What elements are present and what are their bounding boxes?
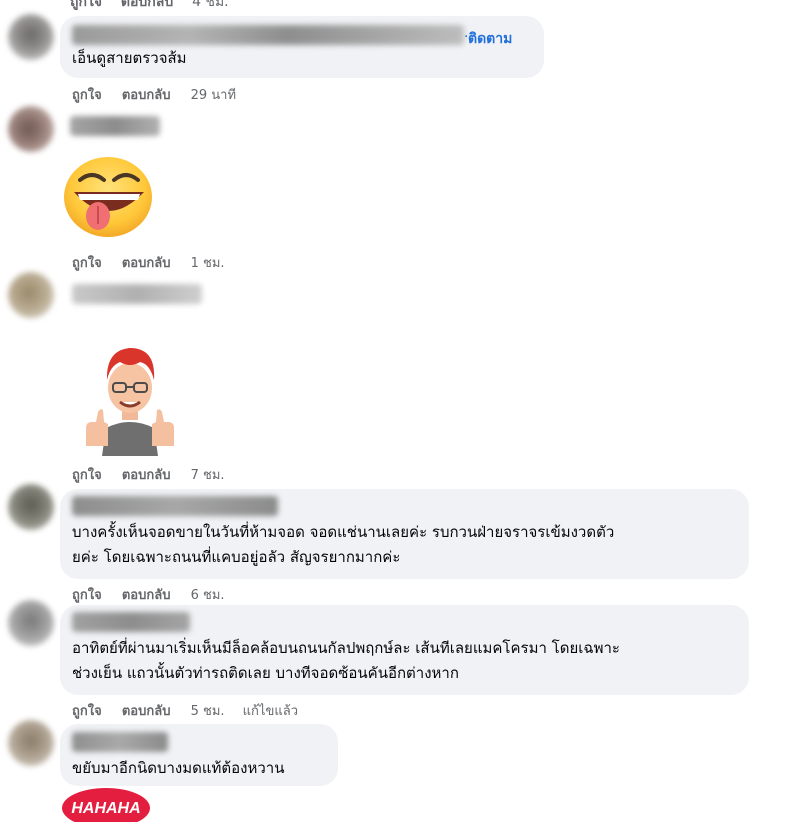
- reply-link[interactable]: ตอบกลับ: [122, 588, 171, 603]
- previous-comment-actions: ถูกใจ ตอบกลับ 4 ชม.: [70, 0, 243, 13]
- haha-text: HAHAHA: [71, 800, 140, 817]
- like-link[interactable]: ถูกใจ: [72, 704, 102, 719]
- avatar[interactable]: [8, 272, 54, 318]
- like-link[interactable]: ถูกใจ: [72, 588, 102, 603]
- timestamp[interactable]: 7 ชม.: [191, 468, 225, 483]
- like-link[interactable]: ถูกใจ: [70, 0, 102, 10]
- reply-link[interactable]: ตอบกลับ: [122, 88, 171, 103]
- comment-actions: ถูกใจ ตอบกลับ 6 ชม.: [72, 584, 239, 605]
- commenter-name[interactable]: [72, 612, 190, 632]
- follow-button[interactable]: ติดตาม: [468, 28, 512, 50]
- comment-actions: ถูกใจ ตอบกลับ 1 ชม.: [72, 252, 239, 273]
- like-link[interactable]: ถูกใจ: [72, 256, 102, 271]
- comment-text: อาทิตย์ที่ผ่านมาเริ่มเห็นมีล็อคล้อบนถนนก…: [72, 639, 620, 682]
- timestamp[interactable]: 6 ชม.: [191, 588, 225, 603]
- haha-sticker: HAHAHA: [62, 788, 150, 822]
- commenter-name[interactable]: [72, 496, 278, 516]
- avatar[interactable]: [8, 720, 54, 766]
- reply-link[interactable]: ตอบกลับ: [121, 0, 173, 10]
- avatar[interactable]: [8, 14, 54, 60]
- commenter-name[interactable]: [72, 732, 168, 752]
- timestamp[interactable]: 1 ชม.: [191, 256, 225, 271]
- comment-feed: ถูกใจ ตอบกลับ 4 ชม. · ติดตาม เอ็นดูสายตร…: [0, 0, 800, 822]
- timestamp[interactable]: 5 ชม.: [191, 704, 225, 719]
- like-link[interactable]: ถูกใจ: [72, 88, 102, 103]
- avatar[interactable]: [8, 106, 54, 152]
- reply-link[interactable]: ตอบกลับ: [122, 256, 171, 271]
- timestamp: 4 ชม.: [192, 0, 229, 10]
- comment-actions: ถูกใจ ตอบกลับ 29 นาที: [72, 84, 250, 105]
- reply-link[interactable]: ตอบกลับ: [122, 468, 171, 483]
- commenter-name[interactable]: [72, 25, 464, 45]
- thumbs-up-avatar-sticker: [86, 348, 174, 456]
- reply-link[interactable]: ตอบกลับ: [122, 704, 171, 719]
- laughing-emoji-sticker: [64, 157, 152, 237]
- like-link[interactable]: ถูกใจ: [72, 468, 102, 483]
- comment-text: ขยับมาอีกนิดบางมดแท้ต้องหวาน: [72, 759, 285, 777]
- commenter-name[interactable]: [72, 284, 202, 304]
- comment-text: บางครั้งเห็นจอดขายในวันที่ห้ามจอด จอดแช่…: [72, 523, 615, 566]
- comment-actions: ถูกใจ ตอบกลับ 5 ชม. แก้ไขแล้ว: [72, 700, 298, 721]
- avatar[interactable]: [8, 484, 54, 530]
- avatar[interactable]: [8, 600, 54, 646]
- comment-text: เอ็นดูสายตรวจส้ม: [72, 49, 187, 67]
- timestamp[interactable]: 29 นาที: [191, 88, 236, 103]
- edited-label[interactable]: แก้ไขแล้ว: [243, 704, 298, 719]
- commenter-name[interactable]: [70, 116, 160, 136]
- comment-actions: ถูกใจ ตอบกลับ 7 ชม.: [72, 464, 239, 485]
